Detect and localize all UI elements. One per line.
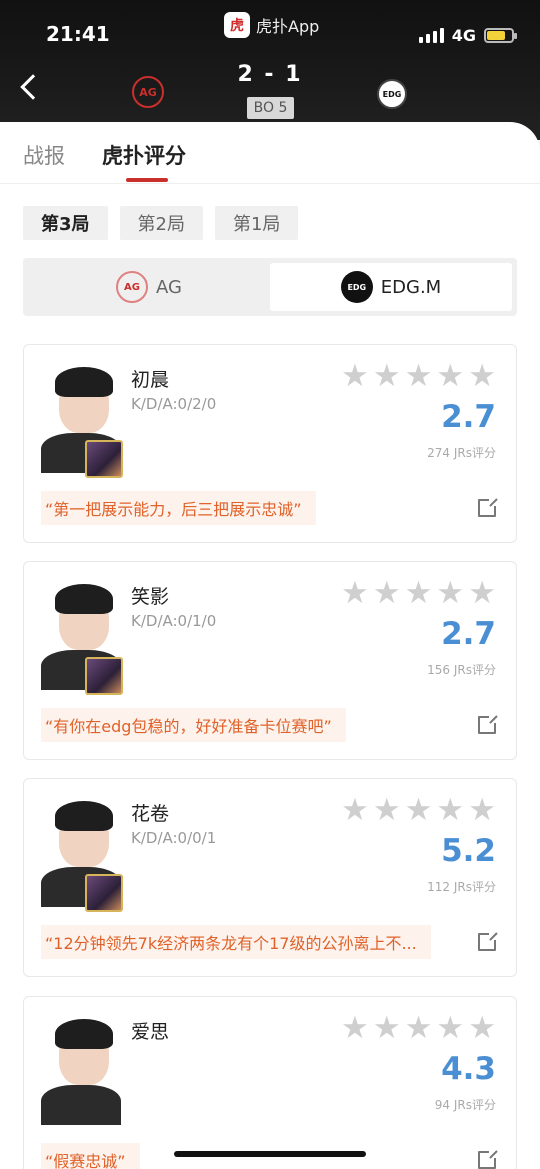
rating-stars[interactable]: ★ ★ ★ ★ ★ — [341, 1013, 496, 1044]
share-icon[interactable] — [478, 931, 498, 951]
star-icon[interactable]: ★ — [405, 578, 433, 609]
star-icon[interactable]: ★ — [341, 361, 369, 392]
star-icon[interactable]: ★ — [405, 361, 433, 392]
rating-count: 112 JRs评分 — [427, 880, 496, 894]
rating-count: 156 JRs评分 — [427, 663, 496, 677]
player-avatar — [41, 1015, 121, 1125]
star-icon[interactable]: ★ — [405, 1013, 433, 1044]
tab-bar: 战报 虎扑评分 — [0, 122, 540, 184]
team-option-ag[interactable]: AG AG — [28, 263, 270, 311]
tab-report[interactable]: 战报 — [23, 140, 65, 170]
star-icon[interactable]: ★ — [373, 578, 401, 609]
status-indicators: 4G — [418, 26, 517, 45]
header: 21:41 虎 虎扑App 4G AG 2 - 1 BO 5 EDG — [0, 0, 540, 140]
player-name: 初晨 — [131, 369, 170, 391]
star-icon[interactable]: ★ — [436, 1013, 464, 1044]
player-rating: 5.2 — [441, 833, 496, 869]
star-icon[interactable]: ★ — [436, 361, 464, 392]
game-selector: 第3局 第2局 第1局 — [23, 206, 299, 240]
player-card[interactable]: 笑影 K/D/A:0/1/0 ★ ★ ★ ★ ★ 2.7 156 JRs评分 “有你在e… — [23, 561, 517, 760]
player-rating: 4.3 — [441, 1051, 496, 1087]
team-label: EDG.M — [380, 276, 442, 298]
player-name: 笑影 — [131, 586, 170, 608]
game-3-button[interactable]: 第3局 — [23, 206, 108, 240]
match-format-badge: BO 5 — [247, 97, 294, 119]
match-score: 2 - 1 — [237, 62, 303, 87]
home-indicator — [174, 1151, 366, 1157]
star-icon[interactable]: ★ — [436, 795, 464, 826]
share-icon[interactable] — [478, 714, 498, 734]
game-2-button[interactable]: 第2局 — [119, 206, 203, 240]
star-icon[interactable]: ★ — [373, 361, 401, 392]
team-switch: AG AG EDG EDG.M — [23, 258, 517, 316]
star-icon[interactable]: ★ — [373, 1013, 401, 1044]
hero-icon — [85, 874, 123, 912]
tab-active-indicator — [126, 178, 168, 182]
star-icon[interactable]: ★ — [341, 795, 369, 826]
player-kda: K/D/A:0/1/0 — [131, 612, 217, 630]
battery-icon — [484, 28, 517, 43]
player-kda: K/D/A:0/2/0 — [131, 395, 217, 413]
star-icon[interactable]: ★ — [468, 578, 496, 609]
team-b-logo-icon[interactable]: EDG — [377, 79, 407, 109]
signal-icon — [418, 28, 444, 43]
rating-stars[interactable]: ★ ★ ★ ★ ★ — [341, 578, 496, 609]
rating-stars[interactable]: ★ ★ ★ ★ ★ — [341, 361, 496, 392]
top-comment[interactable]: “有你在edg包稳的，好好准备卡位赛吧” — [41, 708, 346, 742]
player-name: 爱思 — [131, 1021, 170, 1043]
share-icon[interactable] — [478, 1149, 498, 1169]
team-option-edgm[interactable]: EDG EDG.M — [270, 263, 512, 311]
player-kda: K/D/A:0/0/1 — [131, 829, 217, 847]
star-icon[interactable]: ★ — [341, 1013, 369, 1044]
network-type: 4G — [451, 26, 476, 45]
ag-logo-icon: AG — [116, 271, 149, 303]
hero-icon — [85, 440, 123, 478]
star-icon[interactable]: ★ — [373, 795, 401, 826]
player-card[interactable]: 爱思 ★ ★ ★ ★ ★ 4.3 94 JRs评分 “假赛忠诚” — [23, 996, 517, 1169]
player-card[interactable]: 花卷 K/D/A:0/0/1 ★ ★ ★ ★ ★ 5.2 112 JRs评分 “12分钟… — [23, 778, 517, 977]
top-comment[interactable]: “12分钟领先7k经济两条龙有个17级的公孙离上不... — [41, 925, 431, 959]
player-card[interactable]: 初晨 K/D/A:0/2/0 ★ ★ ★ ★ ★ 2.7 274 JRs评分 “第一把展… — [23, 344, 517, 543]
app-badge[interactable]: 虎 虎扑App — [224, 12, 319, 38]
star-icon[interactable]: ★ — [341, 578, 369, 609]
star-icon[interactable]: ★ — [468, 1013, 496, 1044]
content-sheet: 战报 虎扑评分 第3局 第2局 第1局 AG AG EDG EDG.M 初晨 K… — [0, 122, 540, 1169]
player-rating: 2.7 — [441, 399, 496, 435]
app-name: 虎扑App — [256, 17, 320, 36]
team-label: AG — [156, 276, 182, 298]
star-icon[interactable]: ★ — [436, 578, 464, 609]
app-logo-icon: 虎 — [224, 12, 250, 38]
hero-icon — [85, 657, 123, 695]
status-time: 21:41 — [46, 22, 110, 46]
top-comment[interactable]: “假赛忠诚” — [41, 1143, 140, 1169]
star-icon[interactable]: ★ — [405, 795, 433, 826]
player-rating: 2.7 — [441, 616, 496, 652]
star-icon[interactable]: ★ — [468, 795, 496, 826]
top-comment[interactable]: “第一把展示能力，后三把展示忠诚” — [41, 491, 316, 525]
player-name: 花卷 — [131, 803, 170, 825]
star-icon[interactable]: ★ — [468, 361, 496, 392]
edg-logo-icon: EDG — [340, 271, 373, 303]
rating-count: 274 JRs评分 — [427, 446, 496, 460]
rating-count: 94 JRs评分 — [434, 1098, 496, 1112]
game-1-button[interactable]: 第1局 — [214, 206, 299, 240]
tab-ratings[interactable]: 虎扑评分 — [102, 140, 186, 170]
share-icon[interactable] — [478, 497, 498, 517]
rating-stars[interactable]: ★ ★ ★ ★ ★ — [341, 795, 496, 826]
